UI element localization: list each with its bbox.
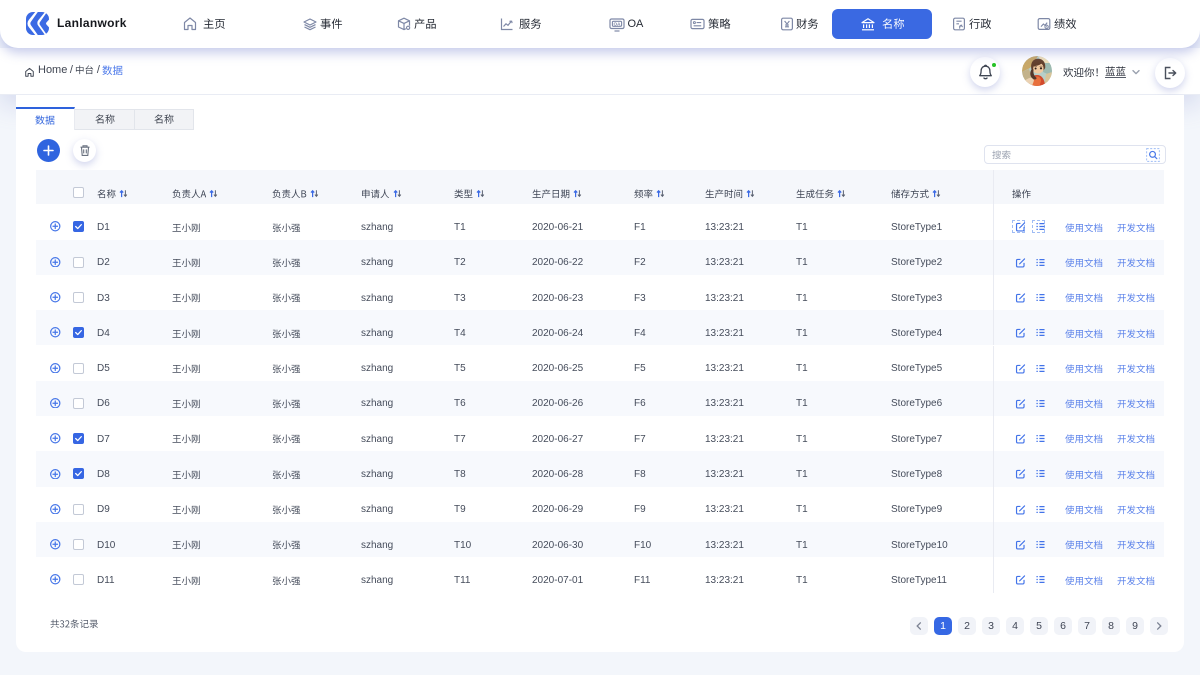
svg-text:OA: OA [614, 21, 622, 26]
